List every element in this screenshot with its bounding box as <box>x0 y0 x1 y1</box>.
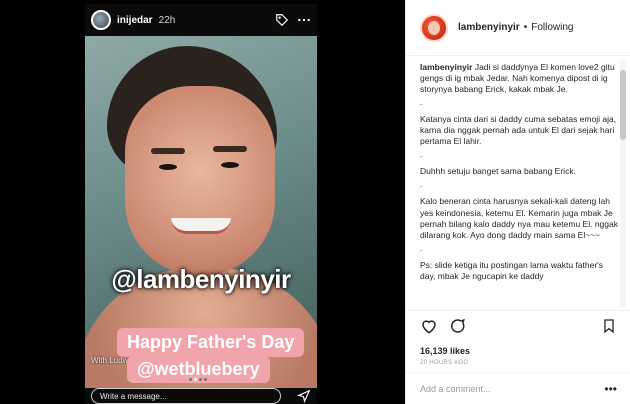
carousel-dots <box>189 378 207 381</box>
photo-face <box>125 86 275 276</box>
avatar[interactable] <box>91 10 111 30</box>
comment-icon[interactable] <box>448 317 466 340</box>
post-username[interactable]: lambenyinyir <box>458 22 520 33</box>
post-caption: lambenyinyir Jadi si daddynya El komen l… <box>420 62 618 302</box>
story-header: inijedar 22h <box>85 4 317 36</box>
likes-count[interactable]: 16,139 likes <box>420 346 617 356</box>
caption-line: . <box>420 149 423 160</box>
photo-brow-left <box>151 148 185 154</box>
action-icons <box>420 317 617 340</box>
follow-button[interactable]: Following <box>531 22 573 33</box>
photo-mouth <box>171 218 231 234</box>
story-frame: inijedar 22h @lambenyinyir Happy Father'… <box>85 4 317 404</box>
fathers-day-sticker: Happy Father's Day <box>117 328 305 357</box>
caption-line: Duhhh setuju banget sama babang Erick. <box>420 166 576 177</box>
caption-line: Katanya cinta dari si daddy cuma sebatas… <box>420 114 617 147</box>
share-icon[interactable] <box>297 389 311 403</box>
caption-line: . <box>420 242 423 253</box>
avatar[interactable] <box>420 13 448 42</box>
scrollbar-thumb[interactable] <box>620 70 626 140</box>
comment-input[interactable]: Add a comment... <box>420 384 604 394</box>
message-placeholder: Write a message... <box>100 391 167 401</box>
caption-line: Kalo beneran cinta harusnya sekali-kali … <box>420 196 618 240</box>
photo-eye-right <box>221 162 239 168</box>
post-actions: 16,139 likes 20 HOURS AGO <box>406 310 630 372</box>
message-input[interactable]: Write a message... <box>91 388 281 404</box>
caption-line: . <box>420 97 423 108</box>
photo-brow-right <box>213 146 247 152</box>
bookmark-icon[interactable] <box>601 317 617 340</box>
carousel-dot <box>204 378 207 381</box>
carousel-dot-active <box>194 378 197 381</box>
post-panel: lambenyinyir • Following lambenyinyir Ja… <box>405 0 630 404</box>
carousel-dot <box>199 378 202 381</box>
caption-author[interactable]: lambenyinyir <box>420 62 472 72</box>
handle-overlay-text: @lambenyinyir <box>111 264 291 294</box>
heart-icon[interactable] <box>420 317 438 340</box>
caption-line: Ps: slide ketiga itu postingan lama wakt… <box>420 259 604 281</box>
instagram-post-view: inijedar 22h @lambenyinyir Happy Father'… <box>0 0 630 404</box>
comment-bar: Add a comment... ••• <box>406 372 630 404</box>
header-separator: • <box>523 22 528 33</box>
carousel-dot <box>189 378 192 381</box>
post-header: lambenyinyir • Following <box>406 0 630 56</box>
more-icon[interactable] <box>297 13 311 27</box>
caption-scrollbar[interactable] <box>620 60 626 308</box>
story-photo: @lambenyinyir Happy Father's Day With Lu… <box>85 36 317 388</box>
more-icon[interactable]: ••• <box>604 382 617 396</box>
story-username[interactable]: inijedar <box>117 15 153 26</box>
story-actions <box>275 13 311 27</box>
photo-eye-left <box>159 164 177 170</box>
story-screenshot: inijedar 22h @lambenyinyir Happy Father'… <box>0 0 405 404</box>
caption-line: . <box>420 179 423 190</box>
post-time: 20 HOURS AGO <box>420 360 469 366</box>
story-time: 22h <box>158 14 176 26</box>
story-message-bar: Write a message... <box>85 378 317 404</box>
tag-icon[interactable] <box>275 13 289 27</box>
